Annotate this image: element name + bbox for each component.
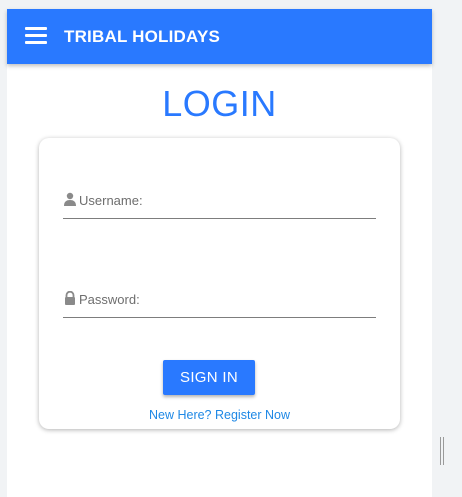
brand-title: TRIBAL HOLIDAYS [64, 27, 221, 46]
navbar: TRIBAL HOLIDAYS [7, 9, 432, 64]
register-link[interactable]: New Here? Register Now [39, 408, 400, 422]
sign-in-button[interactable]: SIGN IN [163, 360, 255, 395]
app-window: TRIBAL HOLIDAYS LOGIN Username: Password… [7, 9, 432, 497]
username-field[interactable]: Username: [63, 190, 380, 219]
username-input[interactable] [63, 190, 380, 218]
hamburger-icon[interactable] [25, 26, 47, 46]
resize-handle[interactable] [440, 437, 444, 465]
login-card: Username: Password: SIGN IN New Here? Re… [39, 138, 400, 429]
password-field[interactable]: Password: [63, 289, 380, 318]
page-title: LOGIN [162, 83, 277, 124]
password-input[interactable] [63, 289, 380, 317]
right-margin [432, 0, 462, 497]
